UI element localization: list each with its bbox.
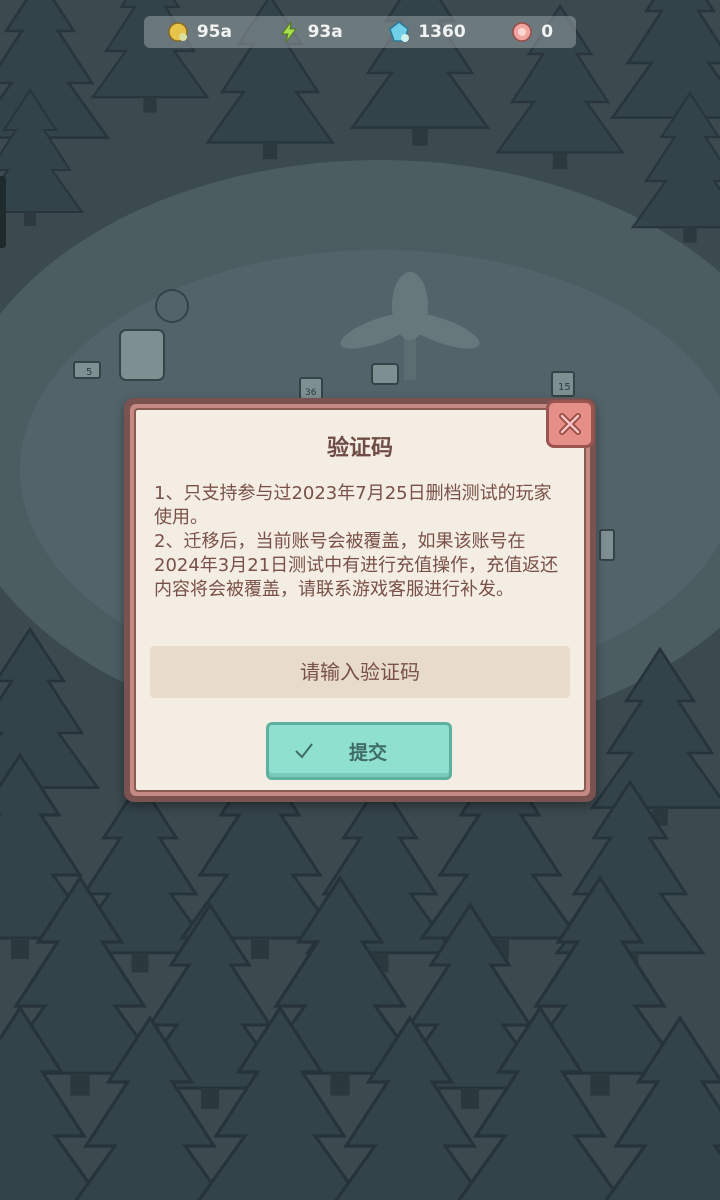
instruction-line: 2、迁移后，当前账号会被覆盖，如果该账号在2024年3月21日测试中有进行充值操… [154, 531, 559, 600]
diamond-resource[interactable]: 1360 [388, 21, 466, 43]
gold-coin-icon [168, 22, 188, 42]
submit-button[interactable]: 提交 [266, 722, 452, 780]
pink-token-icon [512, 22, 533, 42]
close-button[interactable] [546, 400, 594, 448]
instruction-line: 1、只支持参与过2023年7月25日删档测试的玩家使用。 [154, 483, 552, 528]
token-amount: 0 [541, 22, 554, 42]
token-resource[interactable]: 0 [511, 21, 553, 43]
side-drawer-handle[interactable] [0, 176, 6, 248]
gold-amount: 95a [196, 22, 232, 42]
energy-resource[interactable]: 93a [278, 21, 343, 43]
verification-code-dialog: 验证码 1、只支持参与过2023年7月25日删档测试的玩家使用。 2、迁移后，当… [124, 398, 596, 802]
sign-number: 36 [305, 388, 317, 398]
resource-bar: 95a 93a 1360 0 [144, 16, 576, 48]
sign-number: 15 [558, 382, 571, 393]
close-icon [559, 413, 581, 435]
gold-resource[interactable]: 95a [167, 21, 232, 43]
dialog-title: 验证码 [326, 436, 393, 461]
verification-code-input[interactable] [150, 646, 570, 698]
dialog-instructions: 1、只支持参与过2023年7月25日删档测试的玩家使用。 2、迁移后，当前账号会… [154, 482, 568, 602]
sign-number: 5 [86, 367, 92, 378]
dialog-frame: 验证码 1、只支持参与过2023年7月25日删档测试的玩家使用。 2、迁移后，当… [130, 404, 590, 796]
energy-amount: 93a [307, 22, 343, 42]
check-icon [295, 743, 313, 759]
submit-label: 提交 [348, 741, 387, 764]
diamond-gem-icon [389, 21, 410, 42]
energy-bolt-icon [280, 21, 297, 43]
dialog-paper: 验证码 1、只支持参与过2023年7月25日删档测试的玩家使用。 2、迁移后，当… [134, 408, 586, 792]
diamond-amount: 1360 [418, 22, 466, 42]
